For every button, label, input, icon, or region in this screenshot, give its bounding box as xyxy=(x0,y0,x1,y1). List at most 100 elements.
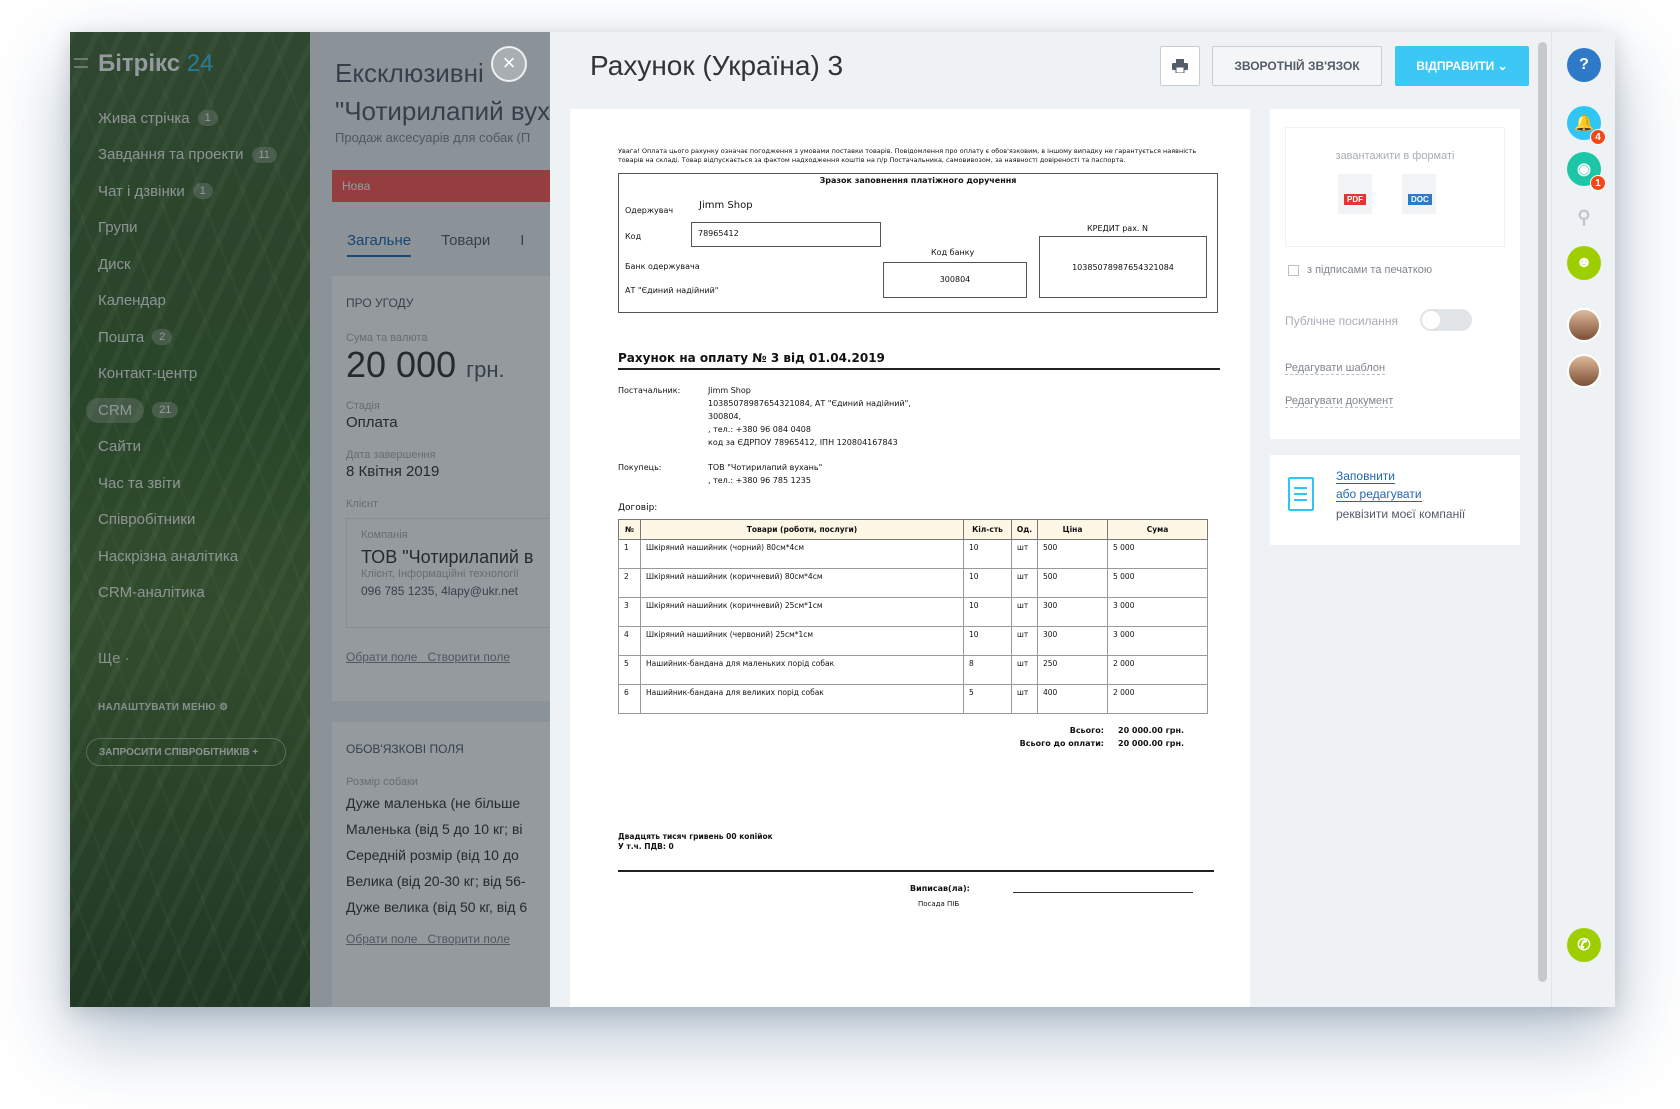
signature-block: Виписав(ла): Посада ПІБ xyxy=(618,884,1220,914)
avatar[interactable] xyxy=(1567,354,1601,388)
field-label: Клієнт xyxy=(346,498,378,510)
count-badge: 11 xyxy=(251,146,277,163)
document-edit-icon xyxy=(1288,477,1314,511)
required-fields-card: ОБОВ'ЯЗКОВІ ПОЛЯ Розмір собаки Дуже мале… xyxy=(332,722,550,1007)
options-panel: завантажити в форматі PDF DOC з підписам… xyxy=(1270,109,1520,439)
download-box: завантажити в форматі PDF DOC xyxy=(1285,127,1505,247)
deal-amount: 20 000 грн. xyxy=(346,344,505,385)
tab-products[interactable]: Товари xyxy=(441,232,490,249)
panel-title: Рахунок (Україна) 3 xyxy=(590,50,844,81)
edit-link[interactable]: або редагувати xyxy=(1336,487,1422,502)
field-label: Стадія xyxy=(346,400,380,412)
chat-icon[interactable]: ◉ 1 xyxy=(1567,152,1606,191)
deal-tabs: Загальне Товари І xyxy=(347,232,550,257)
menu-icon[interactable] xyxy=(74,58,88,68)
buyer-info: Покупець: ТОВ "Чотирилапий вухань", тел.… xyxy=(618,463,823,485)
field-links[interactable]: Обрати поле Створити поле xyxy=(332,932,550,946)
supplier-info: Постачальник: Jimm Shop 10385078987654321… xyxy=(618,386,911,447)
nav-item-calendar[interactable]: Календар xyxy=(98,283,298,320)
public-link-toggle[interactable] xyxy=(1420,309,1472,331)
field-label: Дата завершення xyxy=(346,449,436,461)
doc-download-icon[interactable]: DOC xyxy=(1402,174,1436,214)
feedback-button[interactable]: ЗВОРОТНІЙ ЗВ'ЯЗОК xyxy=(1212,46,1382,86)
table-header: № Товари (роботи, послуги) Кіл-сть Од. Ц… xyxy=(618,519,1208,540)
company-requisites: Заповнити або редагувати реквізити моєї … xyxy=(1270,455,1520,545)
nav-item-contact-center[interactable]: Контакт-центр xyxy=(98,356,298,393)
deal-page: Ексклюзивні "Чотирилапий вухань" Продаж … xyxy=(310,32,550,1007)
nav-item-employees[interactable]: Співробітники xyxy=(98,502,298,539)
crm-contact-icon[interactable]: ☻ xyxy=(1567,246,1601,280)
company-block: Компанія ТОВ "Чотирилапий в Клієнт, Інфо… xyxy=(346,518,550,628)
nav-item-analytics[interactable]: Наскрізна аналітика xyxy=(98,538,298,575)
public-link-label: Публічне посилання xyxy=(1285,314,1398,328)
logo[interactable]: Бітрікс 24 xyxy=(98,50,213,78)
help-icon[interactable]: ? xyxy=(1567,48,1601,82)
table-row: 5 Нашийник-бандана для маленьких порід со… xyxy=(618,655,1208,685)
left-sidebar: Бітрікс 24 Жива стрічка 1 Завдання та про… xyxy=(70,32,310,1007)
invoice-title: Рахунок на оплату № 3 від 01.04.2019 xyxy=(618,351,1220,370)
close-date: 8 Квітня 2019 xyxy=(346,463,440,480)
close-icon[interactable]: × xyxy=(491,46,527,82)
nav-more[interactable]: Ще · xyxy=(98,650,130,667)
setup-menu-link[interactable]: НАЛАШТУВАТИ МЕНЮ ⚙ xyxy=(98,702,228,713)
edit-template-link[interactable]: Редагувати шаблон xyxy=(1285,362,1386,375)
nav-item-time[interactable]: Час та звіти xyxy=(98,465,298,502)
main-nav: Жива стрічка 1 Завдання та проекти 11 Чат … xyxy=(86,100,298,612)
count-badge: 2 xyxy=(152,329,173,346)
tab-more[interactable]: І xyxy=(520,232,524,249)
scrollbar[interactable] xyxy=(1533,32,1551,1007)
stage-bar[interactable]: Нова xyxy=(332,170,550,202)
section-title: ОБОВ'ЯЗКОВІ ПОЛЯ xyxy=(346,742,464,756)
fill-link[interactable]: Заповнити xyxy=(1336,469,1395,484)
sign-stamp-checkbox[interactable]: з підписами та печаткою xyxy=(1288,264,1432,276)
stage-value: Оплата xyxy=(346,414,398,431)
count-badge: 1 xyxy=(197,110,218,127)
dog-size-options: Дуже маленька (не більше Маленька (від 5 … xyxy=(346,795,528,915)
section-title: ПРО УГОДУ xyxy=(346,296,414,310)
phone-icon[interactable]: ✆ xyxy=(1567,928,1601,962)
field-links[interactable]: Обрати поле Створити поле xyxy=(332,650,550,664)
items-table: № Товари (роботи, послуги) Кіл-сть Од. Ц… xyxy=(618,519,1208,714)
tab-general[interactable]: Загальне xyxy=(347,232,412,257)
notif-badge: 4 xyxy=(1590,129,1606,145)
right-rail: ? 🔔 4 ◉ 1 ⚲ ☻ ✆ xyxy=(1551,32,1615,1007)
table-row: 3 Шкіряний нашийник (коричневий) 25см*1см… xyxy=(618,597,1208,627)
table-row: 6 Нашийник-бандана для великих порід соба… xyxy=(618,684,1208,714)
nav-item-groups[interactable]: Групи xyxy=(98,210,298,247)
payment-sample: Зразок заповнення платіжного доручення О… xyxy=(618,173,1218,313)
nav-item-chat[interactable]: Чат і дзвінки 1 xyxy=(98,173,298,210)
send-button[interactable]: ВІДПРАВИТИ ⌄ xyxy=(1395,46,1529,86)
invoice-document: Увага! Оплата цього рахунку означає пого… xyxy=(570,109,1250,1007)
nav-item-feed[interactable]: Жива стрічка 1 xyxy=(98,100,298,137)
chat-badge: 1 xyxy=(1590,175,1606,191)
table-row: 1 Шкіряний нашийник (чорний) 80см*4см 10 шт… xyxy=(618,539,1208,569)
nav-item-disk[interactable]: Диск xyxy=(98,246,298,283)
nav-item-crm-analytics[interactable]: CRM-аналітика xyxy=(98,575,298,612)
avatar[interactable] xyxy=(1567,308,1601,342)
about-deal-card: ПРО УГОДУ Сума та валюта 20 000 грн. Ста… xyxy=(332,276,550,701)
search-icon[interactable]: ⚲ xyxy=(1567,200,1601,234)
gear-icon: ⚙ xyxy=(219,702,229,713)
invoice-warning: Увага! Оплата цього рахунку означає пого… xyxy=(618,147,1197,164)
print-button[interactable] xyxy=(1160,46,1200,86)
nav-item-sites[interactable]: Сайти xyxy=(98,429,298,466)
table-row: 4 Шкіряний нашийник (червоний) 25см*1см 10… xyxy=(618,626,1208,656)
chevron-down-icon: ⌄ xyxy=(1497,59,1508,73)
count-badge: 1 xyxy=(192,183,213,200)
invoice-panel: Рахунок (Україна) 3 ЗВОРОТНІЙ ЗВ'ЯЗОК ВІ… xyxy=(550,32,1533,1007)
table-row: 2 Шкіряний нашийник (коричневий) 80см*4см… xyxy=(618,568,1208,598)
field-label: Сума та валюта xyxy=(346,332,428,344)
company-name[interactable]: ТОВ "Чотирилапий в xyxy=(361,547,550,568)
totals: Всього: 20 000.00 грн. Всього до оплати: 2… xyxy=(1019,726,1185,748)
bell-icon[interactable]: 🔔 4 xyxy=(1567,106,1606,145)
deal-subtitle: Продаж аксесуарів для собак (П xyxy=(335,130,531,145)
invite-button[interactable]: ЗАПРОСИТИ СПІВРОБІТНИКІВ + xyxy=(86,738,286,766)
nav-item-crm[interactable]: CRM 21 xyxy=(86,392,298,429)
pdf-download-icon[interactable]: PDF xyxy=(1338,174,1372,214)
printer-icon xyxy=(1172,59,1188,73)
nav-item-tasks[interactable]: Завдання та проекти 11 xyxy=(98,137,298,174)
amount-in-words: Двадцять тисяч гривень 00 копійок У т.ч.… xyxy=(618,832,1214,872)
nav-item-mail[interactable]: Пошта 2 xyxy=(98,319,298,356)
edit-document-link[interactable]: Редагувати документ xyxy=(1285,395,1394,408)
count-badge: 21 xyxy=(152,402,179,419)
